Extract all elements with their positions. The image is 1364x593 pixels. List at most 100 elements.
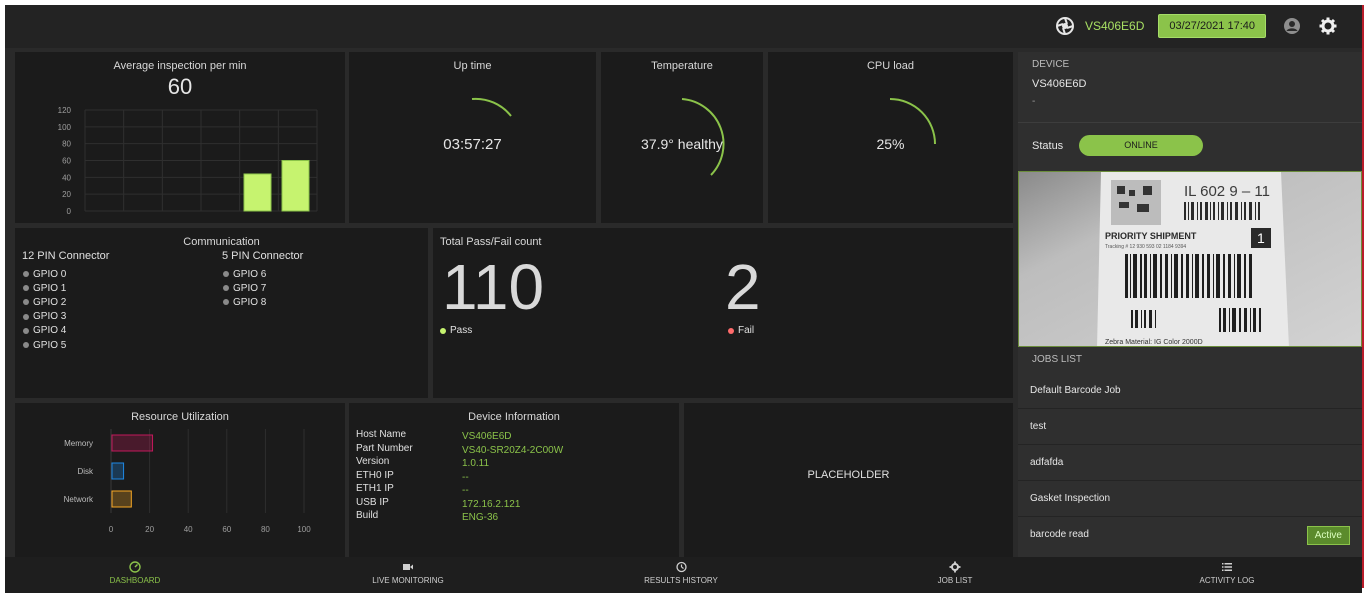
device-label: DEVICE: [1032, 59, 1070, 70]
camera-line-2: PRIORITY SHIPMENT: [1105, 231, 1197, 241]
gpio-label: GPIO 6: [233, 268, 267, 280]
nav-label: ACTIVITY LOG: [1199, 576, 1255, 585]
x-tick-label: 80: [261, 525, 270, 534]
resource-grid: [149, 429, 305, 513]
pass-legend: Pass: [440, 325, 472, 336]
list-icon: [1222, 563, 1232, 571]
fail-label: Fail: [738, 325, 755, 336]
device-info-title: Device Information: [468, 411, 560, 423]
device-name[interactable]: VS406E6D: [1085, 19, 1144, 33]
gpio-label: GPIO 8: [233, 296, 267, 308]
job-label: adfafda: [1030, 457, 1064, 468]
gpio-label: GPIO 7: [233, 282, 267, 294]
job-item[interactable]: test: [1018, 409, 1362, 445]
status-label: Status: [1032, 140, 1064, 152]
device-info-value: 172.16.2.121: [462, 498, 521, 510]
job-item[interactable]: Default Barcode Job: [1018, 373, 1362, 409]
device-value: VS406E6D: [1032, 78, 1087, 90]
gpio-item: GPIO 0: [23, 267, 66, 281]
camera-line-1: IL 602 9 – 11: [1184, 183, 1270, 200]
resource-chart: 0 20 40 60 80 100 Memory Disk Network: [64, 429, 311, 534]
gpio-status-dot-icon: [223, 299, 229, 306]
status-badge: ONLINE: [1079, 135, 1203, 156]
gpio-item: GPIO 2: [23, 295, 66, 309]
job-label: Default Barcode Job: [1030, 385, 1121, 396]
avg-inspection-chart: 120 100 80 60 40 20 0: [58, 106, 318, 216]
device-info-labels: Host Name Part Number Version ETH0 IP ETH1 I…: [356, 428, 413, 523]
placeholder-panel: PLACEHOLDER: [684, 403, 1013, 557]
nav-dashboard[interactable]: DASHBOARD: [85, 561, 185, 585]
communication-title: Communication: [183, 236, 260, 248]
y-tick-label: 40: [62, 173, 71, 182]
gpio-status-dot-icon: [23, 271, 29, 278]
job-label: Gasket Inspection: [1030, 493, 1111, 504]
camera-shutter-icon[interactable]: [1055, 16, 1075, 36]
fail-dot-icon: [728, 327, 734, 334]
nav-label: LIVE MONITORING: [372, 576, 444, 585]
job-item[interactable]: Gasket Inspection: [1018, 481, 1362, 517]
nav-activity-log[interactable]: ACTIVITY LOG: [1177, 561, 1277, 585]
y-tick-label: 0: [67, 207, 72, 216]
device-info-label: ETH0 IP: [356, 469, 394, 481]
gpio-item: GPIO 3: [23, 310, 66, 324]
gpio-item: GPIO 6: [223, 267, 266, 281]
fail-legend: Fail: [728, 325, 754, 336]
nav-label: DASHBOARD: [109, 576, 161, 585]
device-info-panel: Device Information Host Name Part Number V…: [349, 403, 679, 557]
temperature-panel: Temperature 37.9° healthy: [601, 52, 763, 223]
gpio-status-dot-icon: [23, 285, 29, 292]
fail-count: 2: [725, 251, 761, 323]
category-label: Network: [64, 495, 94, 504]
gpio-status-dot-icon: [223, 285, 229, 292]
x-tick-label: 60: [222, 525, 231, 534]
passfail-title: Total Pass/Fail count: [440, 236, 542, 248]
gpio-item: GPIO 7: [223, 281, 266, 295]
category-label: Memory: [64, 439, 93, 448]
dashboard-gauge-icon: [129, 561, 141, 573]
gpio-label: GPIO 2: [33, 296, 67, 308]
resource-bar: [111, 462, 125, 480]
user-icon[interactable]: [1282, 16, 1302, 36]
gpio-label: GPIO 4: [33, 325, 67, 337]
active-badge[interactable]: Active: [1306, 526, 1350, 545]
camera-box: 1: [1257, 230, 1265, 246]
gpio-label: GPIO 3: [33, 311, 67, 323]
nav-job-list[interactable]: JOB LIST: [905, 561, 1005, 585]
nav-live-monitoring[interactable]: LIVE MONITORING: [348, 561, 468, 585]
nav-label: JOB LIST: [937, 576, 973, 585]
pin12-title: 12 PIN Connector: [22, 250, 110, 262]
gpio-status-dot-icon: [223, 271, 229, 278]
gpio-status-dot-icon: [23, 299, 29, 306]
avg-inspection-panel: Average inspection per min 60 120 100 80 60…: [15, 52, 345, 223]
device-info-label: Part Number: [356, 442, 413, 454]
device-info-value: --: [462, 471, 469, 483]
gpio-label: GPIO 5: [33, 339, 67, 351]
passfail-panel: Total Pass/Fail count 110 2 Pass Fail: [433, 228, 1013, 398]
x-tick-label: 100: [297, 525, 311, 534]
device-info-label: USB IP: [356, 496, 389, 508]
device-info-label: Host Name: [356, 429, 407, 440]
top-bar: VS406E6D 03/27/2021 17:40: [5, 5, 1362, 48]
nav-label: RESULTS HISTORY: [644, 576, 718, 585]
device-info-value: VS40-SR20Z4-2C00W: [462, 444, 564, 456]
gpio-status-dot-icon: [23, 327, 29, 334]
divider: [1018, 122, 1362, 123]
top-right-controls: VS406E6D 03/27/2021 17:40: [1055, 14, 1338, 38]
cpu-panel: CPU load 25%: [768, 52, 1013, 223]
camera-line-3: Tracking # 12 930 593 02 1184 9394: [1105, 244, 1186, 250]
x-tick-label: 40: [184, 525, 193, 534]
uptime-value: 03:57:27: [443, 136, 502, 153]
gpio-label: GPIO 1: [33, 282, 67, 294]
jobs-list-label: JOBS LIST: [1032, 354, 1083, 365]
job-item[interactable]: adfafda: [1018, 445, 1362, 481]
gear-icon[interactable]: [1318, 16, 1338, 36]
job-item[interactable]: barcode read Active: [1018, 517, 1362, 553]
temperature-value: 37.9° healthy: [641, 136, 723, 152]
gpio-label: GPIO 0: [33, 268, 67, 280]
resource-bar: [111, 490, 132, 508]
device-info-value: ENG-36: [462, 512, 499, 523]
camera-image[interactable]: IL 602 9 – 11 PRIORITY SHIPMENT Tracking…: [1018, 171, 1362, 347]
history-icon: [676, 561, 687, 573]
nav-results-history[interactable]: RESULTS HISTORY: [621, 561, 741, 585]
device-info-label: Version: [356, 456, 390, 467]
